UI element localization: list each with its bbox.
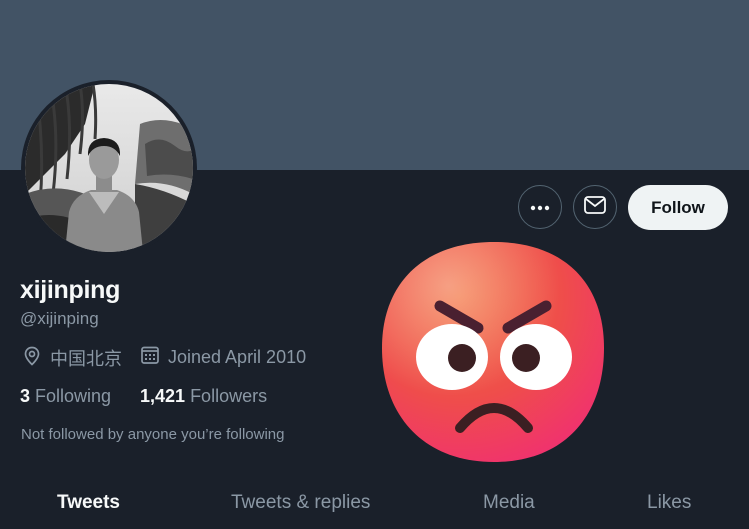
handle: @xijinping <box>20 309 99 328</box>
followers-count: 1,421 <box>140 386 186 406</box>
more-button[interactable] <box>518 185 562 229</box>
follow-button[interactable]: Follow <box>628 185 728 230</box>
profile-joined: Joined April 2010 <box>140 345 306 370</box>
tab-likes[interactable]: Likes <box>647 492 691 514</box>
following-count: 3 <box>20 386 31 406</box>
more-icon <box>530 198 550 216</box>
location-text: 中国北京 <box>50 349 122 369</box>
tab-media[interactable]: Media <box>483 492 535 514</box>
followers-link[interactable]: 1,421 Followers <box>140 386 267 407</box>
envelope-icon <box>584 195 606 219</box>
calendar-icon <box>140 345 168 370</box>
location-pin-icon <box>22 346 50 371</box>
followers-label: Followers <box>190 386 268 406</box>
profile-location: 中国北京 <box>22 345 122 371</box>
display-name: xijinping <box>20 276 121 304</box>
angry-face-emoji <box>378 236 610 473</box>
tab-tweets-replies[interactable]: Tweets & replies <box>231 492 370 514</box>
message-button[interactable] <box>573 185 617 229</box>
following-label: Following <box>35 386 112 406</box>
following-link[interactable]: 3 Following <box>20 386 111 407</box>
tab-tweets[interactable]: Tweets <box>57 492 120 514</box>
not-followed-text: Not followed by anyone you’re following <box>21 426 285 443</box>
profile-avatar[interactable] <box>21 80 197 256</box>
joined-text: Joined April 2010 <box>168 347 307 367</box>
